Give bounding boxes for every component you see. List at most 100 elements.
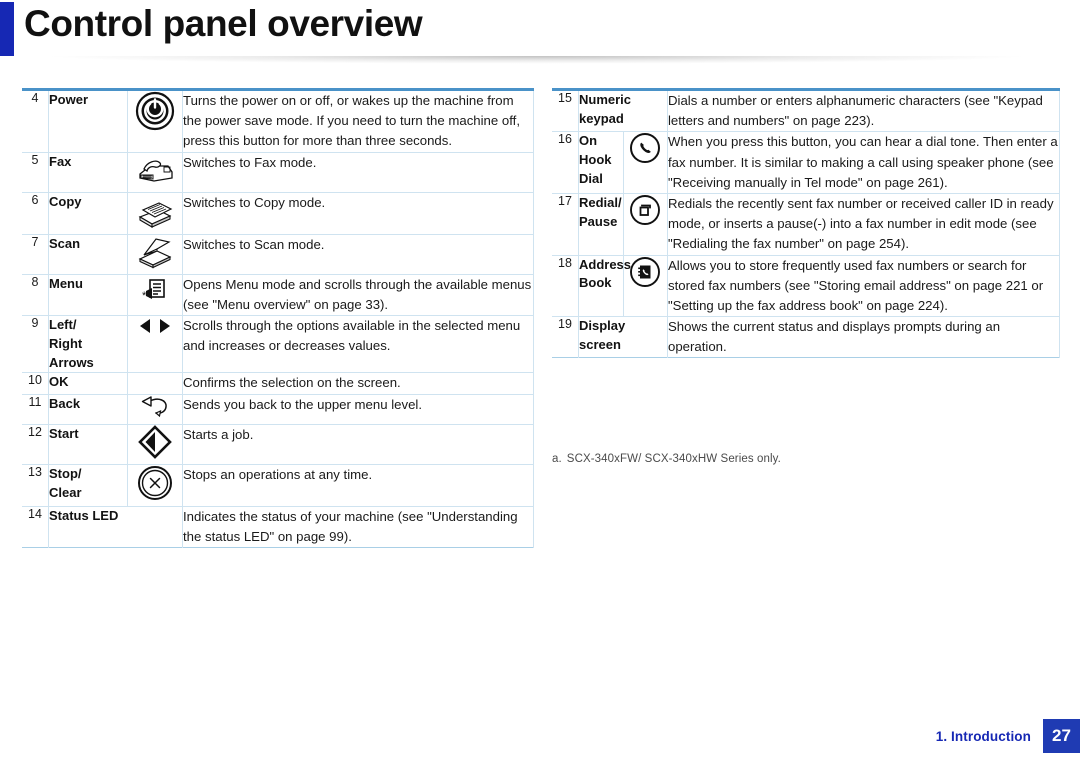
control-panel-table-left: 4 Power Turns the power on or off, or wa…: [22, 88, 534, 549]
row-label-line: Arrows: [49, 354, 94, 370]
row-label: Back: [48, 394, 128, 425]
row-label: Scan: [48, 234, 128, 275]
page-header: Control panel overview: [0, 0, 1080, 66]
row-description: Switches to Scan mode.: [182, 234, 534, 275]
row-number: 7: [22, 234, 49, 275]
scanner-icon-glyph: [135, 235, 175, 269]
table-row: 6 Copy Switches to Copy mode.: [22, 192, 534, 235]
power-button-icon: [127, 89, 183, 153]
table-row: 17 Redial/ Pause Redials the recently se…: [552, 193, 1060, 256]
row-description: Scrolls through the options available in…: [182, 315, 534, 374]
stop-clear-icon: [127, 464, 183, 507]
row-label-line: Redial/: [579, 194, 622, 210]
table-row: 11 Back Sends you back to the upper menu…: [22, 394, 534, 425]
row-label: Power: [48, 89, 128, 153]
row-description: Confirms the selection on the screen.: [182, 372, 534, 395]
row-description: Opens Menu mode and scrolls through the …: [182, 274, 534, 316]
table-row: 9 Left/ Right Arrows Scrolls through the…: [22, 315, 534, 374]
header-accent-bar: [0, 2, 14, 56]
row-label-line: Left/: [49, 316, 77, 332]
table-row: 12 Start Starts a job.: [22, 424, 534, 465]
footnote-text: SCX-340xFW/ SCX-340xHW Series only.: [566, 453, 781, 465]
row-description: Redials the recently sent fax number or …: [667, 193, 1060, 256]
row-description: Sends you back to the upper menu level.: [182, 394, 534, 425]
row-description: Switches to Fax mode.: [182, 152, 534, 193]
row-number: 5: [22, 152, 49, 193]
page-footer: 1. Introduction 27: [936, 719, 1080, 753]
table-row: 18 Address Book Allows you to store freq…: [552, 255, 1060, 318]
row-number: 11: [22, 394, 49, 425]
address-book-icon: [623, 255, 668, 318]
table-row: 5 Fax Switches to Fax mode.: [22, 152, 534, 193]
row-number: 10: [22, 372, 49, 395]
row-label: Numeric keypad: [578, 89, 668, 133]
menu-list-icon: *: [127, 274, 183, 316]
header-divider-shadow: [14, 56, 1060, 66]
row-label-line: Address: [579, 256, 632, 272]
row-label-line: Pause: [579, 213, 618, 229]
row-number: 12: [22, 424, 49, 465]
row-label-line: Dial: [579, 171, 603, 187]
row-label: Fax: [48, 152, 128, 193]
stop-clear-icon-glyph: [137, 465, 173, 501]
svg-text:*: *: [142, 290, 147, 302]
row-label: Redial/ Pause: [578, 193, 624, 256]
row-label: Start: [48, 424, 128, 465]
address-book-icon-glyph: [629, 256, 661, 288]
row-label-line: On Hook: [579, 133, 612, 168]
row-description: Indicates the status of your machine (se…: [182, 506, 534, 548]
row-label-line: Stop/: [49, 465, 82, 481]
left-right-arrows-icon: [127, 315, 183, 374]
row-number: 18: [552, 255, 579, 318]
left-column: 4 Power Turns the power on or off, or wa…: [22, 88, 534, 549]
redial-pause-icon: [623, 193, 668, 256]
table-row: 8 Menu * Opens Menu mode and scrolls thr…: [22, 274, 534, 316]
row-label: On Hook Dial: [578, 131, 624, 194]
row-number: 16: [552, 131, 579, 194]
table-row: 7 Scan Switches to Scan mode.: [22, 234, 534, 275]
copy-documents-icon: [127, 192, 183, 235]
table-row: 16 On Hook Dial When you press this butt…: [552, 131, 1060, 194]
row-label: Display screen: [578, 316, 668, 358]
table-row: 19 Display screen Shows the current stat…: [552, 316, 1060, 358]
on-hook-dial-icon: [623, 131, 668, 194]
row-label: Address Book: [578, 255, 632, 318]
row-label-line: Book: [579, 275, 612, 291]
row-number: 17: [552, 193, 579, 256]
row-description: Switches to Copy mode.: [182, 192, 534, 235]
row-description: Shows the current status and displays pr…: [667, 316, 1060, 358]
row-label: OK: [48, 372, 128, 395]
table-row: 10 OK Confirms the selection on the scre…: [22, 372, 534, 395]
fax-machine-icon-glyph: [134, 153, 176, 187]
on-hook-dial-icon-glyph: [629, 132, 661, 164]
menu-list-icon-glyph: *: [140, 275, 170, 305]
row-label: Menu: [48, 274, 128, 316]
row-number: 6: [22, 192, 49, 235]
row-description: Dials a number or enters alphanumeric ch…: [667, 89, 1060, 133]
table-row: 13 Stop/ Clear Stops an operations at an…: [22, 464, 534, 507]
row-description: When you press this button, you can hear…: [667, 131, 1060, 194]
row-label: Copy: [48, 192, 128, 235]
redial-pause-icon-glyph: [629, 194, 661, 226]
fax-machine-icon: [127, 152, 183, 193]
footnote-marker: a.: [552, 453, 562, 465]
row-number: 4: [22, 89, 49, 153]
back-arrow-icon: [127, 394, 183, 425]
table-row: 15 Numeric keypad Dials a number or ente…: [552, 89, 1060, 133]
row-description: Turns the power on or off, or wakes up t…: [182, 89, 534, 153]
power-button-icon-glyph: [135, 91, 175, 131]
row-description: Stops an operations at any time.: [182, 464, 534, 507]
back-arrow-icon-glyph: [138, 395, 172, 419]
row-label: Left/ Right Arrows: [48, 315, 128, 374]
copy-documents-icon-glyph: [135, 193, 175, 229]
scanner-icon: [127, 234, 183, 275]
row-icon-empty: [127, 372, 183, 395]
right-column: 15 Numeric keypad Dials a number or ente…: [552, 88, 1060, 359]
footer-page-number: 27: [1043, 719, 1080, 753]
footer-section-label: 1. Introduction: [935, 728, 1031, 744]
table-row: 4 Power Turns the power on or off, or wa…: [22, 89, 534, 153]
row-number: 14: [22, 506, 49, 548]
page-title: Control panel overview: [24, 3, 423, 44]
row-number: 9: [22, 315, 49, 374]
table-footnote: a. SCX-340xFW/ SCX-340xHW Series only.: [552, 453, 781, 465]
